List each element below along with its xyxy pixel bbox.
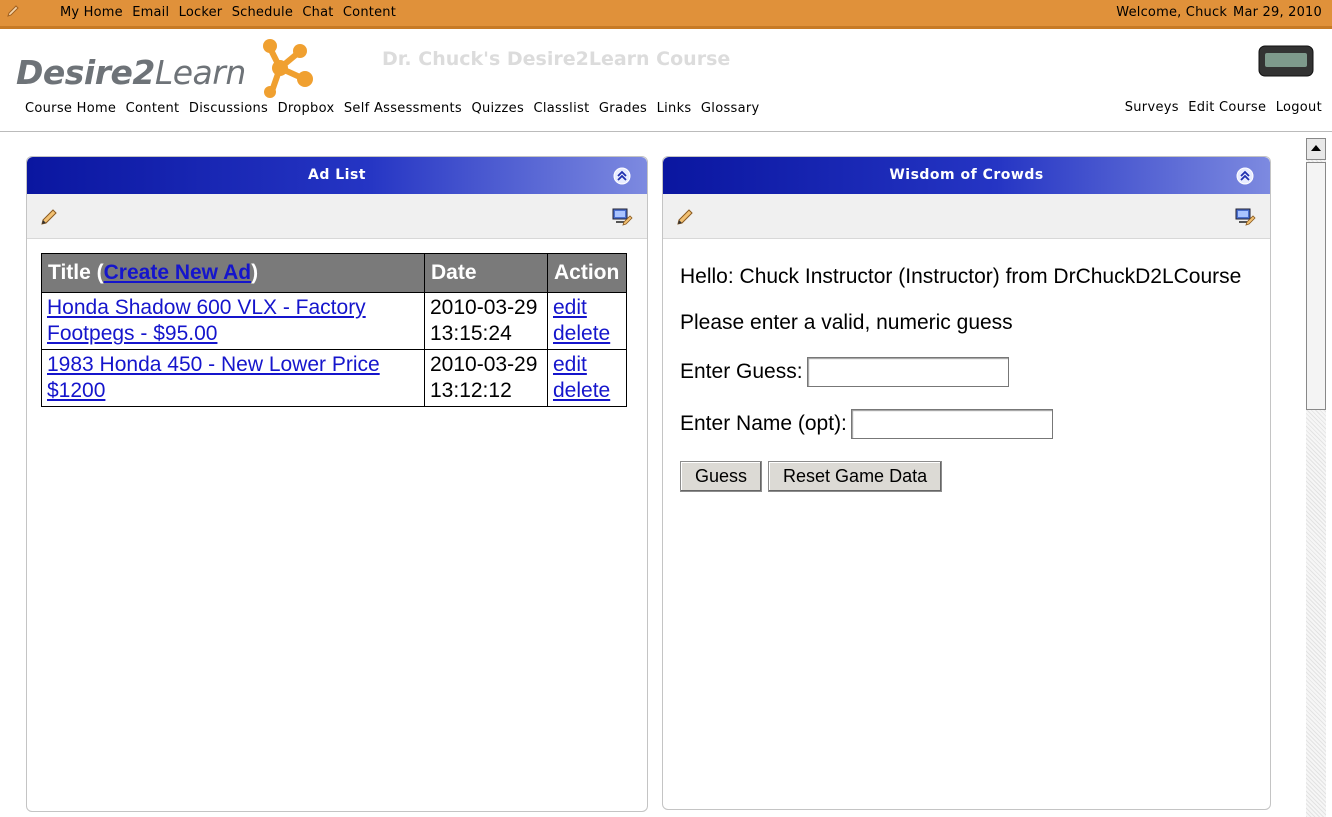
- nav-surveys[interactable]: Surveys: [1125, 100, 1179, 115]
- wisdom-header: Wisdom of Crowds: [663, 157, 1270, 194]
- vertical-scrollbar[interactable]: [1306, 138, 1326, 817]
- hello-text: Hello: Chuck Instructor (Instructor) fro…: [680, 265, 1242, 288]
- nav-logout[interactable]: Logout: [1276, 100, 1322, 115]
- col-date-header: Date: [424, 253, 548, 293]
- guess-button[interactable]: Guess: [680, 461, 763, 492]
- current-date: Mar 29, 2010: [1233, 5, 1322, 20]
- ad-title-link[interactable]: Honda Shadow 600 VLX - Factory Footpegs …: [47, 296, 366, 345]
- desire2learn-logo[interactable]: Desire2Learn: [16, 53, 246, 92]
- nav-edit-course[interactable]: Edit Course: [1188, 100, 1266, 115]
- widget-settings-icon[interactable]: [1234, 206, 1256, 228]
- nav-discussions[interactable]: Discussions: [189, 101, 268, 116]
- ad-action-cell: edit delete: [547, 349, 627, 407]
- nav-grades[interactable]: Grades: [599, 101, 647, 116]
- logo-bold-text: Desire2: [16, 53, 155, 92]
- guess-input[interactable]: [806, 357, 1009, 387]
- ad-list-toolbar: [27, 194, 647, 239]
- ad-action-cell: edit delete: [547, 292, 627, 350]
- menu-content[interactable]: Content: [343, 5, 396, 20]
- logo-rest-text: Learn: [154, 53, 246, 92]
- col-title-prefix: Title (: [48, 261, 104, 284]
- edit-pencil-icon[interactable]: [675, 207, 695, 227]
- create-new-ad-link[interactable]: Create New Ad: [104, 261, 251, 284]
- nav-quizzes[interactable]: Quizzes: [471, 101, 524, 116]
- collapse-icon[interactable]: [613, 167, 631, 185]
- ad-title-link[interactable]: 1983 Honda 450 - New Lower Price $1200: [47, 353, 380, 402]
- top-menu: My Home Email Locker Schedule Chat Conte…: [60, 5, 401, 20]
- ad-date-cell: 2010-03-29 13:15:24: [424, 292, 548, 350]
- scroll-up-arrow-icon[interactable]: [1306, 138, 1326, 160]
- ads-table: Title (Create New Ad) Date Action Honda …: [41, 253, 627, 407]
- wisdom-title: Wisdom of Crowds: [889, 167, 1044, 183]
- nav-classlist[interactable]: Classlist: [533, 101, 589, 116]
- widget-settings-icon[interactable]: [611, 206, 633, 228]
- ad-list-widget: Ad List Title (Create New Ad) Date Actio…: [26, 156, 648, 812]
- pencil-icon[interactable]: [6, 4, 20, 18]
- ad-date: 2010-03-29: [430, 353, 538, 376]
- course-nav: Course Home Content Discussions Dropbox …: [25, 101, 765, 116]
- wisdom-body: Hello: Chuck Instructor (Instructor) fro…: [680, 265, 1241, 492]
- name-row: Enter Name (opt):: [680, 409, 1241, 439]
- menu-my-home[interactable]: My Home: [60, 5, 123, 20]
- reset-game-button[interactable]: Reset Game Data: [768, 461, 943, 492]
- col-title-suffix: ): [251, 261, 259, 284]
- delete-link[interactable]: delete: [553, 379, 610, 402]
- ad-date-cell: 2010-03-29 13:12:12: [424, 349, 548, 407]
- menu-schedule[interactable]: Schedule: [232, 5, 293, 20]
- ad-title-cell: 1983 Honda 450 - New Lower Price $1200: [41, 349, 425, 407]
- top-bar: My Home Email Locker Schedule Chat Conte…: [0, 0, 1332, 29]
- table-row: Honda Shadow 600 VLX - Factory Footpegs …: [41, 292, 627, 350]
- nav-self-assessments[interactable]: Self Assessments: [344, 101, 462, 116]
- menu-email[interactable]: Email: [132, 5, 169, 20]
- delete-link[interactable]: delete: [553, 322, 610, 345]
- scrollbar-thumb[interactable]: [1306, 162, 1326, 410]
- name-input[interactable]: [850, 409, 1053, 439]
- course-header: Desire2Learn Dr. Chuck's Desire2Learn Co…: [0, 29, 1332, 132]
- ad-list-title: Ad List: [308, 167, 366, 183]
- nav-glossary[interactable]: Glossary: [701, 101, 760, 116]
- nav-dropbox[interactable]: Dropbox: [278, 101, 335, 116]
- ad-list-header: Ad List: [27, 157, 647, 194]
- menu-chat[interactable]: Chat: [302, 5, 333, 20]
- wisdom-widget: Wisdom of Crowds Hello: Chuck Instructor…: [662, 156, 1271, 810]
- validation-message: Please enter a valid, numeric guess: [680, 311, 1013, 334]
- guess-label: Enter Guess:: [680, 360, 803, 383]
- welcome-text: Welcome, Chuck Mar 29, 2010: [1110, 5, 1322, 20]
- collapse-icon[interactable]: [1236, 167, 1254, 185]
- table-row: 1983 Honda 450 - New Lower Price $1200 2…: [41, 349, 627, 407]
- logo-molecule-icon: [263, 39, 313, 98]
- col-title-header: Title (Create New Ad): [41, 253, 425, 293]
- wisdom-toolbar: [663, 194, 1270, 239]
- ad-title-cell: Honda Shadow 600 VLX - Factory Footpegs …: [41, 292, 425, 350]
- ad-time: 13:12:12: [430, 379, 512, 402]
- pager-icon[interactable]: [1258, 45, 1314, 77]
- ad-time: 13:15:24: [430, 322, 512, 345]
- nav-links[interactable]: Links: [657, 101, 692, 116]
- nav-course-home[interactable]: Course Home: [25, 101, 116, 116]
- name-label: Enter Name (opt):: [680, 412, 847, 435]
- guess-row: Enter Guess:: [680, 357, 1241, 387]
- button-row: Guess Reset Game Data: [680, 461, 1241, 492]
- welcome-user: Welcome, Chuck: [1116, 5, 1228, 20]
- right-nav: Surveys Edit Course Logout: [1120, 100, 1322, 115]
- nav-content[interactable]: Content: [126, 101, 180, 116]
- menu-locker[interactable]: Locker: [179, 5, 223, 20]
- course-title: Dr. Chuck's Desire2Learn Course: [382, 48, 731, 70]
- ads-table-header: Title (Create New Ad) Date Action: [41, 253, 627, 293]
- edit-pencil-icon[interactable]: [39, 207, 59, 227]
- edit-link[interactable]: edit: [553, 353, 587, 376]
- ad-date: 2010-03-29: [430, 296, 538, 319]
- edit-link[interactable]: edit: [553, 296, 587, 319]
- col-action-header: Action: [547, 253, 627, 293]
